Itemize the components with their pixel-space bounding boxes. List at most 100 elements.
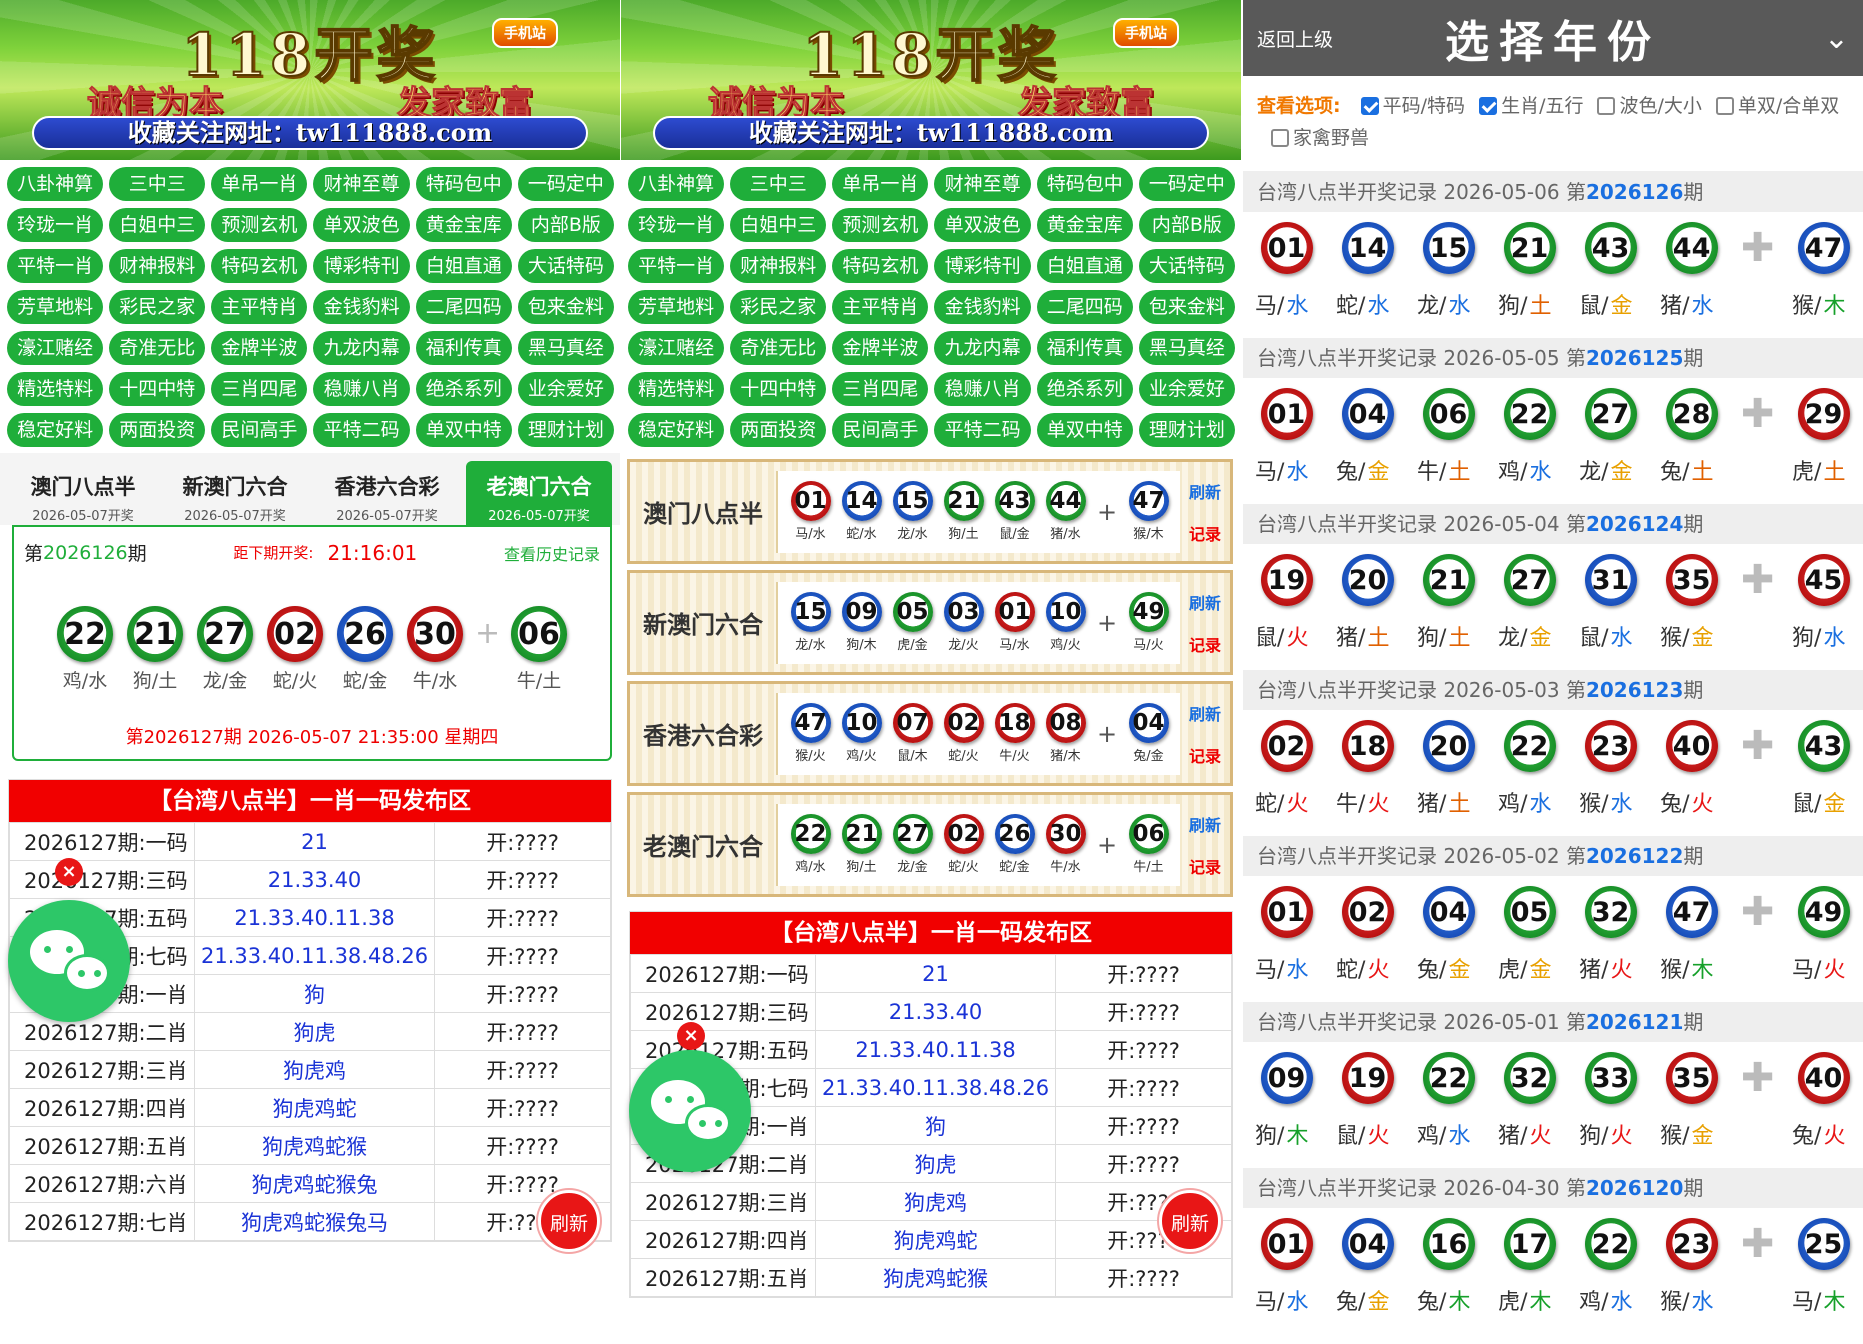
nav-button[interactable]: 一码定中	[517, 167, 614, 201]
nav-button[interactable]: 两面投资	[109, 413, 206, 447]
lottery-name[interactable]: 澳门八点半	[630, 494, 776, 529]
option-label[interactable]: 波色/大小	[1619, 95, 1701, 117]
nav-button[interactable]: 九龙内幕	[934, 331, 1031, 365]
nav-button[interactable]: 包来金料	[1138, 290, 1235, 324]
nav-button[interactable]: 金牌半波	[832, 331, 929, 365]
nav-button[interactable]: 三肖四尾	[832, 372, 929, 406]
refresh-link[interactable]: 刷新	[1180, 812, 1230, 836]
record-link[interactable]: 记录	[1180, 854, 1230, 878]
nav-button[interactable]: 绝杀系列	[1036, 372, 1133, 406]
nav-button[interactable]: 濠江赌经	[7, 331, 104, 365]
nav-button[interactable]: 玲珑一肖	[628, 208, 725, 242]
nav-button[interactable]: 特码玄机	[211, 249, 308, 283]
refresh-button[interactable]: 刷新	[538, 1190, 600, 1252]
nav-button[interactable]: 平特一肖	[628, 249, 725, 283]
option-label[interactable]: 生肖/五行	[1501, 95, 1583, 117]
nav-button[interactable]: 黄金宝库	[1036, 208, 1133, 242]
nav-button[interactable]: 三中三	[730, 167, 827, 201]
nav-button[interactable]: 两面投资	[730, 413, 827, 447]
nav-button[interactable]: 八卦神算	[7, 167, 104, 201]
record-link[interactable]: 记录	[1180, 632, 1230, 656]
nav-button[interactable]: 十四中特	[730, 372, 827, 406]
lottery-name[interactable]: 老澳门六合	[630, 827, 776, 862]
option-checkbox[interactable]	[1271, 129, 1289, 147]
nav-button[interactable]: 白姐直通	[415, 249, 512, 283]
nav-button[interactable]: 精选特料	[628, 372, 725, 406]
nav-button[interactable]: 大话特码	[517, 249, 614, 283]
nav-button[interactable]: 白姐中三	[109, 208, 206, 242]
nav-button[interactable]: 稳赚八肖	[934, 372, 1031, 406]
nav-button[interactable]: 内部B版	[1138, 208, 1235, 242]
mobile-site-tag[interactable]: 手机站	[492, 18, 558, 48]
back-button[interactable]: 返回上级	[1257, 25, 1333, 52]
nav-button[interactable]: 三中三	[109, 167, 206, 201]
nav-button[interactable]: 稳定好料	[7, 413, 104, 447]
mobile-site-tag[interactable]: 手机站	[1113, 18, 1179, 48]
nav-button[interactable]: 预测玄机	[832, 208, 929, 242]
option-checkbox[interactable]	[1360, 97, 1379, 115]
nav-button[interactable]: 单吊一肖	[832, 167, 929, 201]
nav-button[interactable]: 民间高手	[211, 413, 308, 447]
nav-button[interactable]: 特码玄机	[832, 249, 929, 283]
nav-button[interactable]: 黄金宝库	[415, 208, 512, 242]
nav-button[interactable]: 财神报料	[730, 249, 827, 283]
record-link[interactable]: 记录	[1180, 521, 1230, 545]
option-checkbox[interactable]	[1597, 97, 1616, 115]
nav-button[interactable]: 理财计划	[1138, 413, 1235, 447]
nav-button[interactable]: 平特二码	[934, 413, 1031, 447]
nav-button[interactable]: 精选特料	[7, 372, 104, 406]
nav-button[interactable]: 玲珑一肖	[7, 208, 104, 242]
nav-button[interactable]: 芳草地料	[7, 290, 104, 324]
nav-button[interactable]: 金钱豹料	[313, 290, 410, 324]
nav-button[interactable]: 平特二码	[313, 413, 410, 447]
wechat-float-button[interactable]	[629, 1050, 751, 1172]
refresh-button[interactable]: 刷新	[1159, 1190, 1221, 1252]
nav-button[interactable]: 白姐直通	[1036, 249, 1133, 283]
refresh-link[interactable]: 刷新	[1180, 701, 1230, 725]
nav-button[interactable]: 二尾四码	[415, 290, 512, 324]
nav-button[interactable]: 白姐中三	[730, 208, 827, 242]
nav-button[interactable]: 濠江赌经	[628, 331, 725, 365]
nav-button[interactable]: 奇准无比	[109, 331, 206, 365]
nav-button[interactable]: 十四中特	[109, 372, 206, 406]
nav-button[interactable]: 大话特码	[1138, 249, 1235, 283]
wechat-float-button[interactable]	[8, 900, 130, 1022]
nav-button[interactable]: 奇准无比	[730, 331, 827, 365]
tab-lottery[interactable]: 老澳门六合 2026-05-07开奖	[466, 461, 612, 525]
nav-button[interactable]: 单双波色	[934, 208, 1031, 242]
nav-button[interactable]: 单双中特	[1036, 413, 1133, 447]
nav-button[interactable]: 福利传真	[1036, 331, 1133, 365]
nav-button[interactable]: 单吊一肖	[211, 167, 308, 201]
close-icon[interactable]: ×	[55, 858, 83, 886]
nav-button[interactable]: 金钱豹料	[934, 290, 1031, 324]
nav-button[interactable]: 财神至尊	[313, 167, 410, 201]
option-label[interactable]: 单双/合单双	[1738, 95, 1839, 117]
nav-button[interactable]: 绝杀系列	[415, 372, 512, 406]
tab-lottery[interactable]: 澳门八点半 2026-05-07开奖	[10, 461, 156, 525]
nav-button[interactable]: 博彩特刊	[934, 249, 1031, 283]
nav-button[interactable]: 福利传真	[415, 331, 512, 365]
nav-button[interactable]: 一码定中	[1138, 167, 1235, 201]
nav-button[interactable]: 预测玄机	[211, 208, 308, 242]
nav-button[interactable]: 民间高手	[832, 413, 929, 447]
nav-button[interactable]: 业余爱好	[517, 372, 614, 406]
nav-button[interactable]: 财神至尊	[934, 167, 1031, 201]
option-checkbox[interactable]	[1479, 97, 1498, 115]
nav-button[interactable]: 黑马真经	[517, 331, 614, 365]
nav-button[interactable]: 八卦神算	[628, 167, 725, 201]
record-link[interactable]: 记录	[1180, 743, 1230, 767]
option-label[interactable]: 平码/特码	[1383, 95, 1465, 117]
nav-button[interactable]: 特码包中	[415, 167, 512, 201]
nav-button[interactable]: 稳赚八肖	[313, 372, 410, 406]
nav-button[interactable]: 二尾四码	[1036, 290, 1133, 324]
nav-button[interactable]: 主平特肖	[832, 290, 929, 324]
lottery-name[interactable]: 新澳门六合	[630, 605, 776, 640]
nav-button[interactable]: 彩民之家	[109, 290, 206, 324]
nav-button[interactable]: 单双中特	[415, 413, 512, 447]
nav-button[interactable]: 芳草地料	[628, 290, 725, 324]
refresh-link[interactable]: 刷新	[1180, 590, 1230, 614]
option-label[interactable]: 家禽野兽	[1293, 127, 1369, 149]
nav-button[interactable]: 主平特肖	[211, 290, 308, 324]
nav-button[interactable]: 理财计划	[517, 413, 614, 447]
nav-button[interactable]: 金牌半波	[211, 331, 308, 365]
